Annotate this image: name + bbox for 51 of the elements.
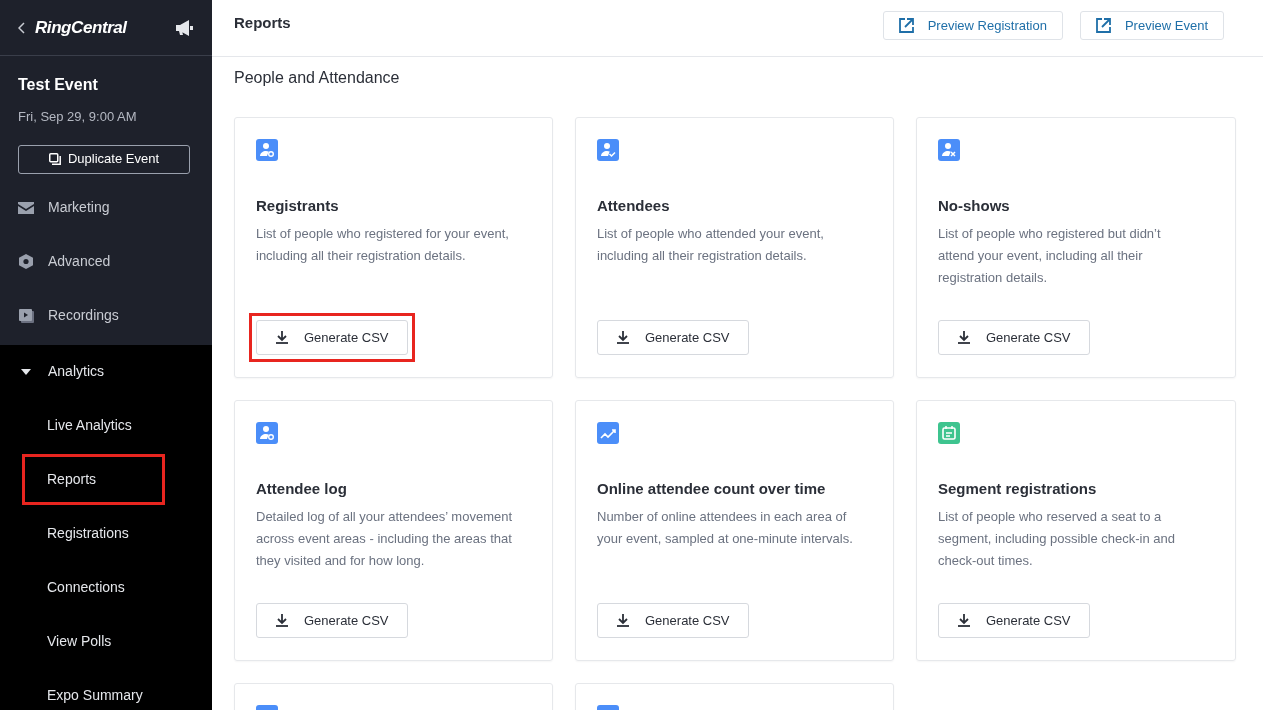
sidebar-subitem[interactable]: Connections [22,562,165,613]
card-title: Online attendee count over time [597,479,827,499]
event-date: Fri, Sep 29, 9:00 AM [18,108,138,126]
card-description: Number of online attendees in each area of your event, sampled at one-minute intervals. [597,507,854,548]
back-chevron-icon[interactable] [18,21,25,34]
card-title: Segment registrations [938,479,1098,499]
generate-csv-button[interactable]: Generate CSV [256,603,408,638]
sidebar-subitem[interactable]: Reports [22,454,165,505]
generate-csv-button[interactable]: Generate CSV [597,320,749,355]
caret-icon[interactable] [21,368,31,375]
sidebar-nav-item[interactable]: Marketing [0,180,212,235]
preview-button[interactable]: Preview Registration [882,11,1063,40]
sidebar-subitem[interactable]: View Polls [22,616,165,667]
sidebar-nav-item[interactable]: Advanced [0,234,212,289]
sidebar-subitem[interactable]: Expo Summary [22,670,165,710]
preview-button[interactable]: Preview Event [1079,11,1224,40]
card-description: List of people who registered for your event, including all their registration details. [256,224,510,265]
card-title: Registrants [256,196,340,216]
sidebar-subitem[interactable]: Live Analytics [22,400,165,451]
sidebar-subitem[interactable]: Registrations [22,508,165,559]
generate-csv-button[interactable]: Generate CSV [597,603,749,638]
generate-csv-button[interactable]: Generate CSV [938,603,1090,638]
card-description: List of people who registered but didn’t attend your event, including all their registration details. [938,224,1162,287]
hexagon-gear-icon [19,254,33,269]
generate-csv-button[interactable]: Generate CSV [938,320,1090,355]
card-description: Detailed log of all your attendees’ movement across event areas - including the areas that they visited and for how long. [256,507,514,570]
event-title: Test Event [18,75,99,95]
envelope-icon [18,201,34,214]
copy-icon [48,153,61,165]
card-title: No-shows [938,196,1011,216]
sidebar-nav-item[interactable]: Analytics [0,344,212,399]
card-title: Attendees [597,196,671,216]
external-link-icon [898,18,914,33]
megaphone-icon[interactable] [174,19,194,36]
duplicate-event-button[interactable]: Duplicate Event [18,144,190,174]
download-icon [617,331,629,344]
download-icon [617,614,629,627]
external-link-icon [1095,18,1111,33]
download-icon [958,614,970,627]
section-heading: People and Attendance [234,68,401,88]
download-icon [276,331,288,344]
generate-csv-button[interactable]: Generate CSV [256,320,408,355]
brand-logo: RingCentral [35,16,127,39]
card-description: List of people who reserved a seat to a segment, including possible check-in and check-out times. [938,507,1177,570]
download-icon [276,614,288,627]
video-icon [18,308,34,323]
card-title: Attendee log [256,479,348,499]
download-icon [958,331,970,344]
page-title: Reports [234,12,291,33]
sidebar-nav-item[interactable]: Recordings [0,288,212,343]
card-description: List of people who attended your event, including all their registration details. [597,224,825,265]
